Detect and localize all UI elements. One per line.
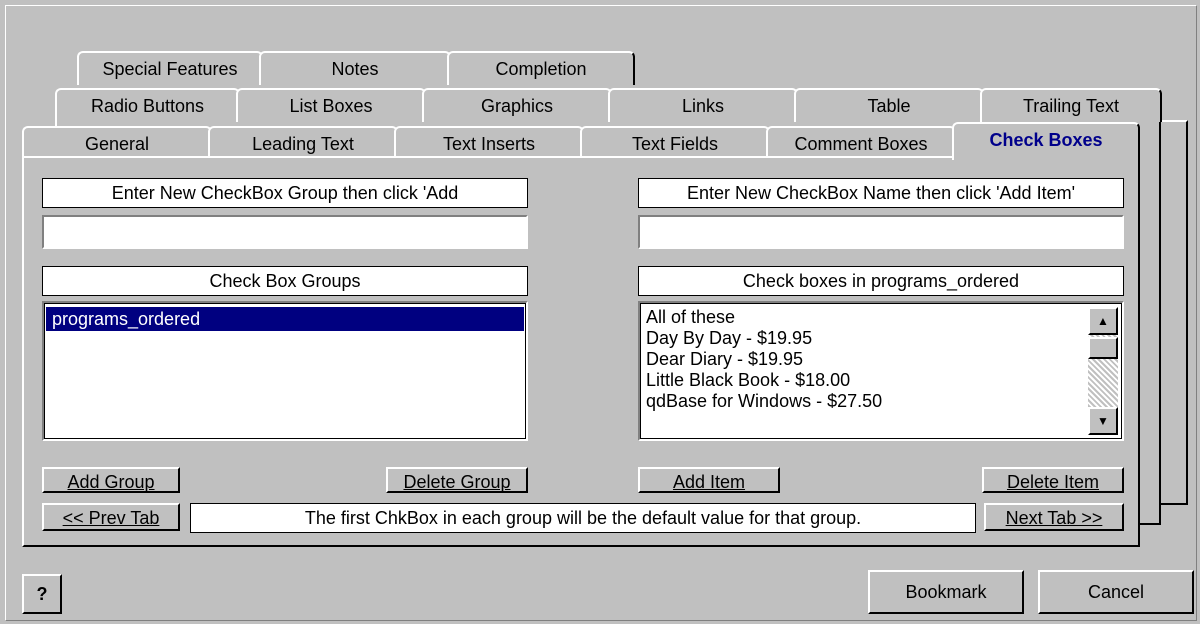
items-listbox[interactable]: All of these Day By Day - $19.95 Dear Di… <box>638 301 1124 441</box>
tab-check-boxes[interactable]: Check Boxes <box>952 122 1140 160</box>
tab-text-fields[interactable]: Text Fields <box>580 126 770 160</box>
tab-general[interactable]: General <box>22 126 212 160</box>
check-boxes-page: Enter New CheckBox Group then click 'Add… <box>22 156 1140 547</box>
item-name-input[interactable] <box>638 215 1124 249</box>
item-prompt-label: Enter New CheckBox Name then click 'Add … <box>638 178 1124 208</box>
scroll-up-arrow-icon[interactable]: ▲ <box>1088 307 1118 335</box>
default-value-hint: The first ChkBox in each group will be t… <box>190 503 976 533</box>
items-header: Check boxes in programs_ordered <box>638 266 1124 296</box>
group-list-item[interactable]: programs_ordered <box>46 307 524 331</box>
delete-group-button[interactable]: Delete Group <box>386 467 528 493</box>
help-icon: ? <box>36 584 48 604</box>
help-button[interactable]: ? <box>22 574 62 614</box>
prev-tab-button[interactable]: << Prev Tab <box>42 503 180 531</box>
tab-comment-boxes[interactable]: Comment Boxes <box>766 126 956 160</box>
group-prompt-label: Enter New CheckBox Group then click 'Add <box>42 178 528 208</box>
scrollbar-thumb[interactable] <box>1088 337 1118 359</box>
tab-notes[interactable]: Notes <box>259 51 451 85</box>
list-item[interactable]: Dear Diary - $19.95 <box>640 349 1122 370</box>
bookmark-button[interactable]: Bookmark <box>868 570 1024 614</box>
tab-text-inserts[interactable]: Text Inserts <box>394 126 584 160</box>
group-name-input[interactable] <box>42 215 528 249</box>
tab-leading-text[interactable]: Leading Text <box>208 126 398 160</box>
tab-special-features[interactable]: Special Features <box>77 51 263 85</box>
tab-links[interactable]: Links <box>608 88 798 122</box>
tab-table[interactable]: Table <box>794 88 984 122</box>
list-item[interactable]: Day By Day - $19.95 <box>640 328 1122 349</box>
items-scrollbar[interactable]: ▲ ▼ <box>1088 307 1118 435</box>
list-item[interactable]: All of these <box>640 307 1122 328</box>
add-item-button[interactable]: Add Item <box>638 467 780 493</box>
tab-list-boxes[interactable]: List Boxes <box>236 88 426 122</box>
delete-item-button[interactable]: Delete Item <box>982 467 1124 493</box>
cancel-button[interactable]: Cancel <box>1038 570 1194 614</box>
tab-radio-buttons[interactable]: Radio Buttons <box>55 88 240 122</box>
scroll-down-arrow-icon[interactable]: ▼ <box>1088 407 1118 435</box>
next-tab-button[interactable]: Next Tab >> <box>984 503 1124 531</box>
add-group-button[interactable]: Add Group <box>42 467 180 493</box>
groups-header: Check Box Groups <box>42 266 528 296</box>
tab-completion[interactable]: Completion <box>447 51 635 85</box>
tab-trailing-text[interactable]: Trailing Text <box>980 88 1162 122</box>
tab-graphics[interactable]: Graphics <box>422 88 612 122</box>
list-item[interactable]: qdBase for Windows - $27.50 <box>640 391 1122 412</box>
groups-listbox[interactable]: programs_ordered <box>42 301 528 441</box>
list-item[interactable]: Little Black Book - $18.00 <box>640 370 1122 391</box>
